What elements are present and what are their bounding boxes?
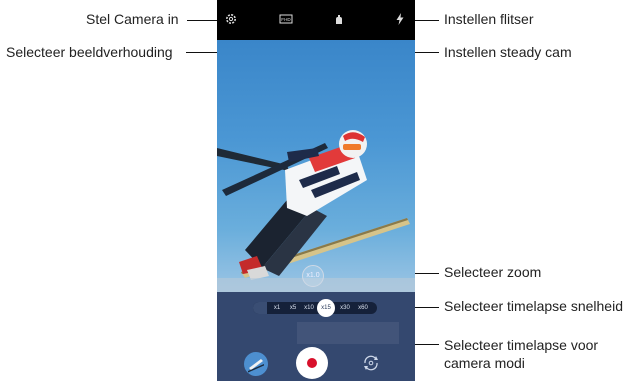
callout-steady-cam: Instellen steady cam — [444, 44, 572, 60]
speed-option-x1[interactable]: x1 — [269, 302, 285, 314]
flash-icon[interactable] — [392, 12, 408, 28]
record-button[interactable] — [296, 347, 328, 379]
steady-cam-icon[interactable] — [331, 12, 347, 28]
callout-timelapse-modes-line1: Selecteer timelapse voor — [444, 337, 599, 353]
gear-icon[interactable] — [223, 12, 239, 28]
callout-timelapse-modes-line2: camera modi — [444, 355, 525, 371]
speed-option-x5[interactable]: x5 — [285, 302, 301, 314]
leader-settings — [187, 20, 220, 21]
speed-option-x30[interactable]: x30 — [337, 302, 353, 314]
callout-settings: Stel Camera in — [86, 11, 179, 27]
aspect-ratio-icon[interactable]: FHD — [278, 12, 294, 28]
callout-timelapse-speed: Selecteer timelapse snelheid — [444, 298, 623, 314]
record-dot-icon — [307, 358, 317, 368]
ski-jumper-photo — [217, 130, 415, 292]
speed-option-x15-selected[interactable]: x15 — [317, 299, 335, 317]
timelapse-speed-selector[interactable]: x1 x5 x10 x15 x30 x60 — [253, 299, 377, 317]
camera-bottom-panel: x1 x5 x10 x15 x30 x60 — [217, 292, 415, 381]
timelapse-modes-strip[interactable] — [297, 322, 399, 344]
callout-aspect-ratio: Selecteer beeldverhouding — [6, 44, 173, 60]
zoom-button[interactable]: x1.0 — [302, 265, 324, 287]
speed-lock-icon[interactable] — [253, 302, 267, 314]
gallery-thumbnail[interactable] — [244, 352, 268, 376]
camera-viewfinder: x1.0 — [217, 40, 415, 292]
speed-option-x10[interactable]: x10 — [301, 302, 317, 314]
camera-screen: FHD x1.0 x1 x5 x10 x15 x30 x60 — [217, 0, 415, 381]
aspect-ratio-text: FHD — [281, 17, 291, 22]
camera-top-bar: FHD — [217, 0, 415, 40]
callout-zoom: Selecteer zoom — [444, 264, 542, 280]
speed-option-x60[interactable]: x60 — [355, 302, 371, 314]
switch-camera-icon[interactable] — [360, 352, 382, 374]
callout-flash: Instellen flitser — [444, 11, 534, 27]
